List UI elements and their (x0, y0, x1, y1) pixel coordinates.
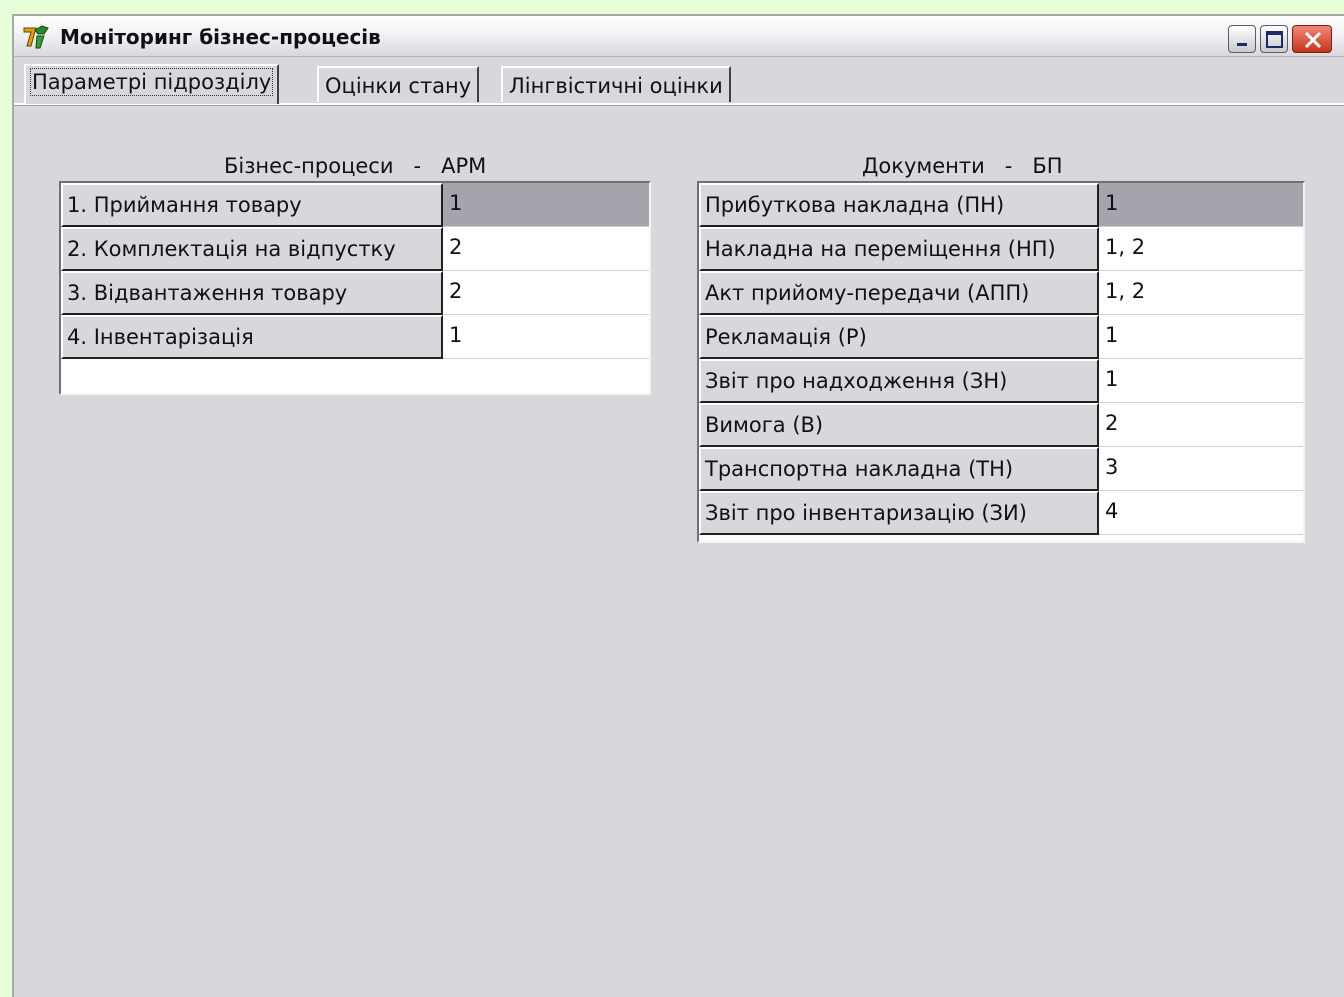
tab-label: Параметрі підрозділу (29, 68, 274, 96)
minimize-button[interactable] (1228, 25, 1256, 53)
table-row[interactable]: Накладна на переміщення (НП) 1, 2 (699, 227, 1303, 271)
row-value[interactable]: 1 (443, 183, 649, 227)
tab-state-estimates[interactable]: Оцінки стану (317, 66, 480, 102)
row-value[interactable]: 1 (443, 315, 649, 359)
right-table-caption: Документи - БП (862, 154, 1063, 178)
table-row[interactable]: 3. Відвантаження товару 2 (61, 271, 649, 315)
row-name[interactable]: 4. Інвентарізація (61, 315, 443, 359)
table-row[interactable]: Акт прийому-передачи (АПП) 1, 2 (699, 271, 1303, 315)
left-table-caption: Бізнес-процеси - АРМ (224, 154, 487, 178)
row-value[interactable]: 1 (1099, 315, 1303, 359)
row-value[interactable]: 3 (1099, 447, 1303, 491)
table-row[interactable]: Звіт про надходження (ЗН) 1 (699, 359, 1303, 403)
table-row[interactable]: 4. Інвентарізація 1 (61, 315, 649, 359)
tab-label: Оцінки стану (325, 74, 472, 98)
table-row[interactable]: Прибуткова накладна (ПН) 1 (699, 183, 1303, 227)
row-value[interactable]: 1, 2 (1099, 227, 1303, 271)
row-name[interactable]: Транспортна накладна (ТН) (699, 447, 1099, 491)
row-name[interactable]: Звіт про надходження (ЗН) (699, 359, 1099, 403)
maximize-button[interactable] (1260, 25, 1288, 53)
close-button[interactable] (1292, 25, 1332, 53)
table-row[interactable]: 1. Приймання товару 1 (61, 183, 649, 227)
window-title: Моніторинг бізнес-процесів (60, 25, 381, 49)
tab-unit-parameters[interactable]: Параметрі підрозділу (24, 64, 280, 104)
row-value[interactable]: 1 (1099, 183, 1303, 227)
table-row[interactable]: Рекламація (Р) 1 (699, 315, 1303, 359)
row-value[interactable]: 4 (1099, 491, 1303, 535)
table-row[interactable]: 2. Комплектація на відпустку 2 (61, 227, 649, 271)
row-value[interactable]: 1, 2 (1099, 271, 1303, 315)
row-name[interactable]: 3. Відвантаження товару (61, 271, 443, 315)
row-name[interactable]: 1. Приймання товару (61, 183, 443, 227)
row-name[interactable]: Вимога (В) (699, 403, 1099, 447)
minimize-icon (1237, 43, 1247, 46)
row-name[interactable]: 2. Комплектація на відпустку (61, 227, 443, 271)
empty-row[interactable] (61, 359, 649, 389)
row-value[interactable]: 1 (1099, 359, 1303, 403)
tab-label: Лінгвістичні оцінки (509, 74, 723, 98)
maximize-icon (1266, 31, 1283, 48)
row-name[interactable]: Звіт про інвентаризацію (ЗИ) (699, 491, 1099, 535)
row-name[interactable]: Рекламація (Р) (699, 315, 1099, 359)
table-row[interactable]: Вимога (В) 2 (699, 403, 1303, 447)
table-row[interactable]: Транспортна накладна (ТН) 3 (699, 447, 1303, 491)
app-icon (23, 25, 49, 49)
row-name[interactable]: Акт прийому-передачи (АПП) (699, 271, 1099, 315)
row-value[interactable]: 2 (1099, 403, 1303, 447)
row-name[interactable]: Прибуткова накладна (ПН) (699, 183, 1099, 227)
documents-grid[interactable]: Прибуткова накладна (ПН) 1 Накладна на п… (697, 181, 1305, 543)
close-icon (1304, 31, 1322, 49)
business-process-grid[interactable]: 1. Приймання товару 1 2. Комплектація на… (59, 181, 651, 395)
row-value[interactable]: 2 (443, 227, 649, 271)
title-bar[interactable]: Моніторинг бізнес-процесів (14, 16, 1344, 57)
row-name[interactable]: Накладна на переміщення (НП) (699, 227, 1099, 271)
tab-linguistic-estimates[interactable]: Лінгвістичні оцінки (501, 66, 731, 102)
row-value[interactable]: 2 (443, 271, 649, 315)
table-row[interactable]: Звіт про інвентаризацію (ЗИ) 4 (699, 491, 1303, 535)
main-window: Моніторинг бізнес-процесів Параметрі під… (12, 14, 1344, 997)
